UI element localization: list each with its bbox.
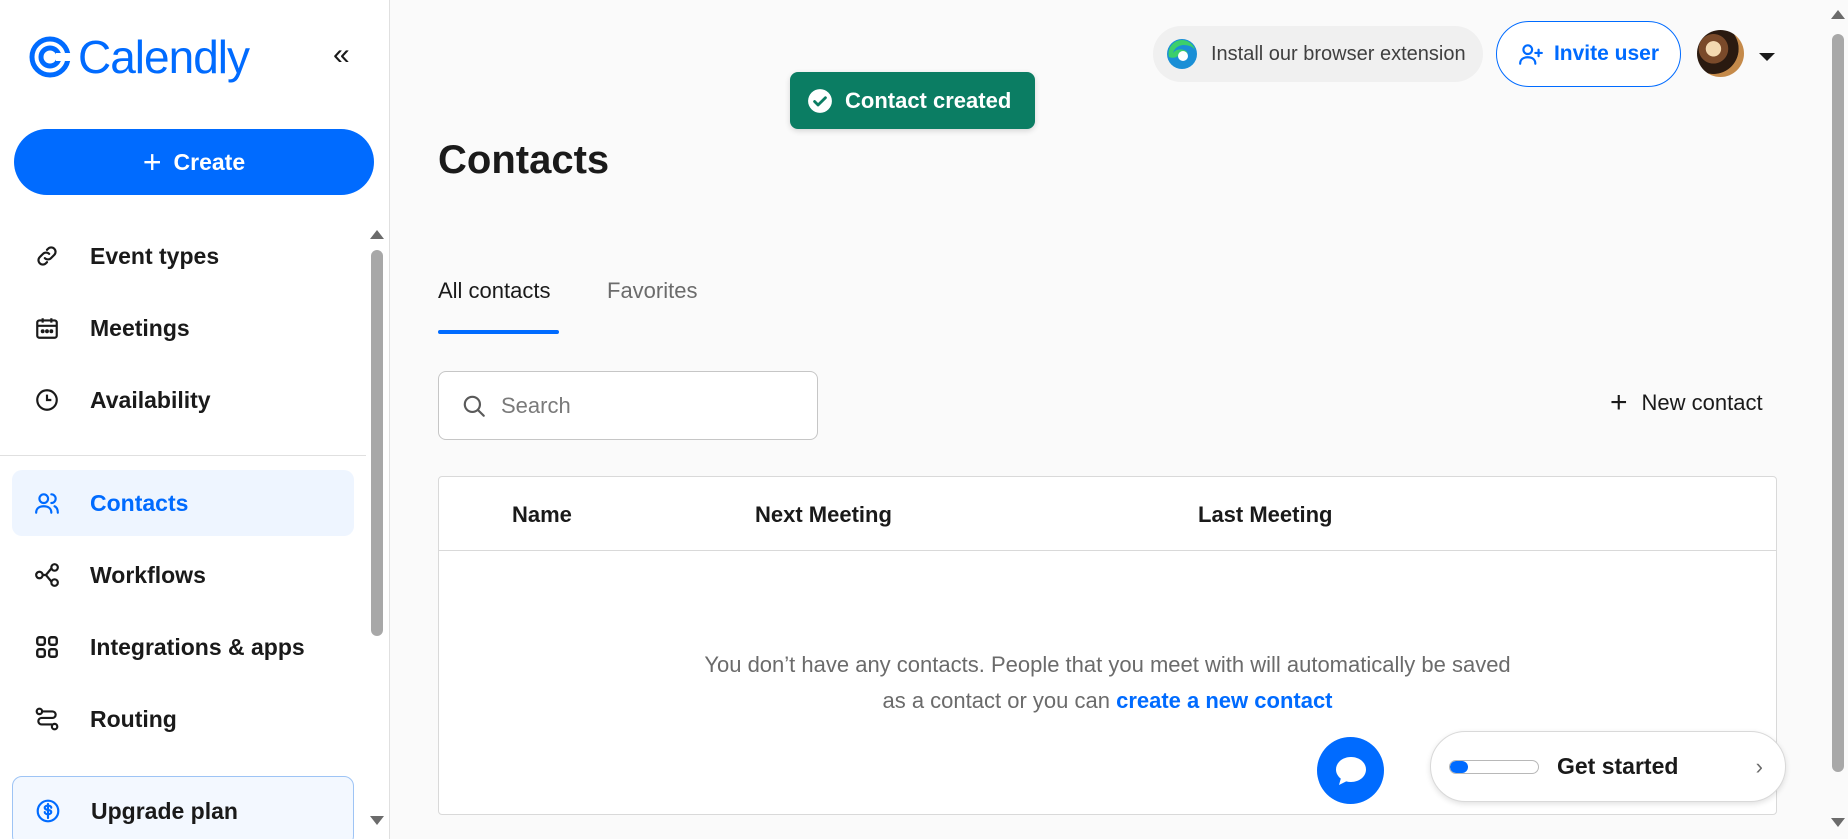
toast-message: Contact created — [845, 87, 1012, 113]
sidebar-item-label: Availability — [90, 386, 211, 413]
edge-browser-icon — [1167, 39, 1197, 69]
new-contact-label: New contact — [1641, 390, 1763, 415]
sidebar-scroll-down[interactable] — [370, 816, 384, 825]
tab-all-contacts[interactable]: All contacts — [438, 278, 551, 304]
routing-icon — [34, 706, 60, 732]
sidebar-scrollbar[interactable] — [371, 250, 383, 636]
sidebar-item-label: Event types — [90, 242, 220, 269]
column-header-next-meeting[interactable]: Next Meeting — [755, 502, 892, 528]
link-icon — [34, 243, 60, 269]
page-scrollbar[interactable] — [1832, 34, 1844, 772]
sidebar-item-label: Upgrade plan — [91, 797, 238, 824]
active-tab-indicator — [438, 330, 559, 334]
empty-state-line-1: You don’t have any contacts. People that… — [704, 652, 1511, 677]
sidebar-item-event-types[interactable]: Event types — [12, 223, 354, 289]
dollar-icon — [35, 798, 61, 824]
empty-state-line-2: as a contact or you can create a new con… — [439, 683, 1776, 719]
sidebar-item-label: Meetings — [90, 314, 190, 341]
browser-extension-button[interactable]: Install our browser extension — [1153, 26, 1483, 82]
contacts-icon — [34, 490, 60, 516]
sidebar-item-label: Contacts — [90, 489, 189, 516]
sidebar-item-label: Routing — [90, 705, 177, 732]
sidebar-item-upgrade-plan[interactable]: Upgrade plan — [12, 776, 354, 839]
get-started-progress — [1449, 759, 1539, 774]
nav-divider — [0, 455, 366, 456]
get-started-label: Get started — [1557, 753, 1679, 779]
sidebar-item-workflows[interactable]: Workflows — [12, 542, 354, 608]
create-new-contact-link[interactable]: create a new contact — [1116, 688, 1332, 713]
sidebar-item-routing[interactable]: Routing — [12, 686, 354, 752]
chevron-right-icon: › — [1755, 754, 1763, 779]
chevron-down-icon[interactable] — [1759, 53, 1775, 61]
create-button[interactable]: + Create — [14, 129, 374, 195]
invite-user-label: Invite user — [1553, 42, 1660, 65]
column-header-last-meeting[interactable]: Last Meeting — [1198, 502, 1332, 528]
sidebar-item-integrations[interactable]: Integrations & apps — [12, 614, 354, 680]
search-box[interactable] — [438, 371, 818, 440]
sidebar-scroll-up[interactable] — [370, 230, 384, 239]
new-contact-button[interactable]: + New contact — [1610, 386, 1763, 419]
calendar-icon — [34, 315, 60, 341]
brand-name: Calendly — [78, 31, 250, 83]
sidebar-item-label: Integrations & apps — [90, 633, 305, 660]
sidebar-item-contacts[interactable]: Contacts — [12, 470, 354, 536]
search-input[interactable] — [501, 392, 801, 419]
add-user-icon — [1519, 44, 1543, 65]
chat-bubble-icon — [1335, 756, 1366, 785]
page-scroll-down[interactable] — [1831, 818, 1845, 827]
get-started-widget[interactable]: Get started › — [1430, 731, 1786, 802]
plus-icon: + — [1610, 386, 1628, 419]
get-started-progress-fill — [1450, 760, 1468, 773]
page-scroll-up[interactable] — [1831, 10, 1845, 19]
grid-icon — [34, 634, 60, 660]
chat-button[interactable] — [1317, 737, 1384, 804]
workflow-icon — [34, 562, 60, 588]
sidebar-item-label: Workflows — [90, 561, 206, 588]
plus-icon: + — [142, 144, 162, 180]
column-header-name[interactable]: Name — [512, 502, 572, 528]
check-circle-icon — [808, 88, 832, 113]
search-icon — [463, 395, 485, 417]
empty-state-message: You don’t have any contacts. People that… — [439, 647, 1776, 719]
invite-user-button[interactable]: Invite user — [1496, 21, 1681, 87]
double-chevron-left-icon: « — [333, 38, 350, 71]
avatar[interactable] — [1697, 30, 1744, 77]
page-title: Contacts — [438, 138, 610, 182]
toast-notification: Contact created — [790, 72, 1035, 129]
calendly-logo[interactable]: Calendly — [28, 30, 250, 84]
calendly-logo-icon — [29, 36, 72, 78]
tab-favorites[interactable]: Favorites — [607, 278, 697, 304]
collapse-sidebar-button[interactable]: « — [333, 40, 350, 70]
table-header: Name Next Meeting Last Meeting — [439, 477, 1776, 551]
browser-extension-label: Install our browser extension — [1211, 42, 1466, 65]
clock-icon — [34, 387, 60, 413]
sidebar: Calendly « + Create Event types Meetings… — [0, 0, 390, 839]
create-label: Create — [173, 148, 246, 175]
empty-state-text: as a contact or you can — [882, 688, 1110, 713]
sidebar-item-meetings[interactable]: Meetings — [12, 295, 354, 361]
sidebar-item-availability[interactable]: Availability — [12, 367, 354, 433]
